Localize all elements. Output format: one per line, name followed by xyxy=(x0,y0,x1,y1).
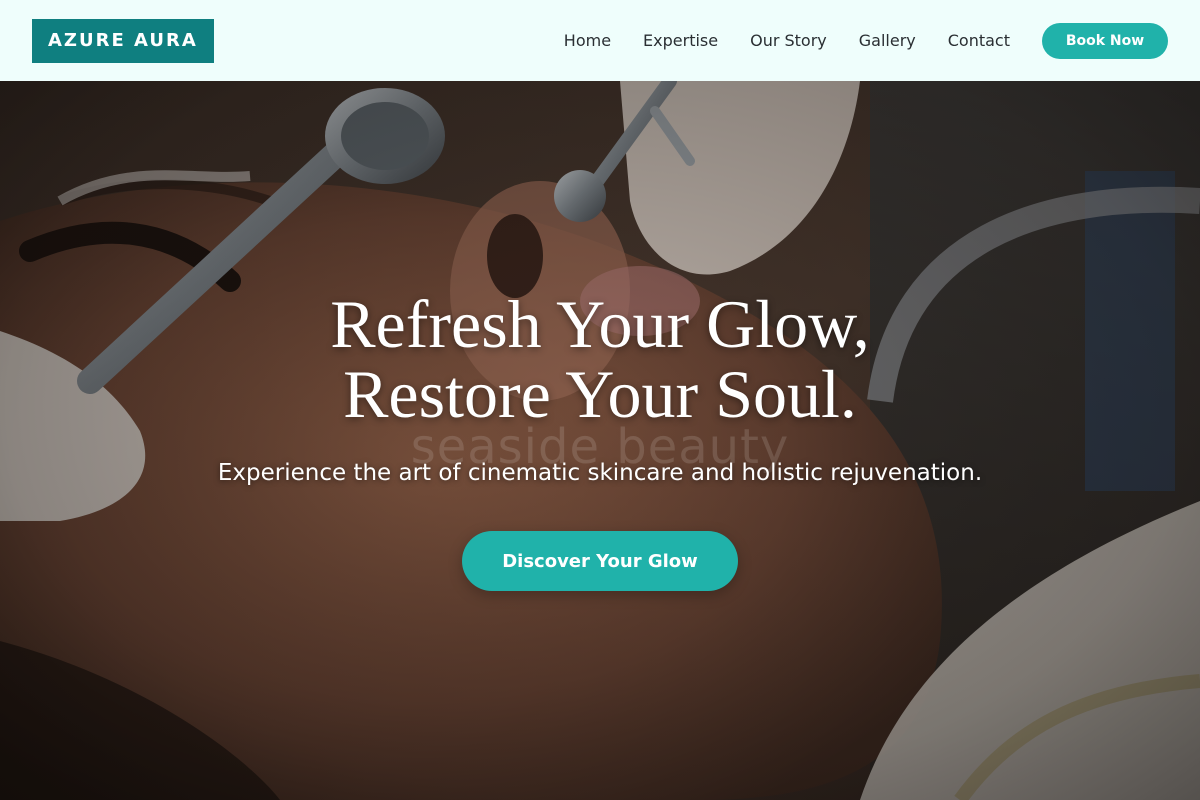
book-now-button[interactable]: Book Now xyxy=(1042,22,1168,59)
hero-section: seaside beauty Refresh Your Glow, Restor… xyxy=(0,81,1200,800)
hero-content: seaside beauty Refresh Your Glow, Restor… xyxy=(0,81,1200,800)
nav-link-gallery[interactable]: Gallery xyxy=(859,31,916,50)
nav-link-expertise[interactable]: Expertise xyxy=(643,31,718,50)
hero-subtitle: Experience the art of cinematic skincare… xyxy=(217,460,983,486)
discover-your-glow-button[interactable]: Discover Your Glow xyxy=(462,531,738,591)
nav-link-home[interactable]: Home xyxy=(564,31,611,50)
brand-logo[interactable]: AZURE AURA xyxy=(32,18,214,63)
nav-link-contact[interactable]: Contact xyxy=(948,31,1010,50)
nav-link-our-story[interactable]: Our Story xyxy=(750,31,827,50)
hero-title-line-1: Refresh Your Glow, xyxy=(330,286,870,362)
hero-title-line-2: Restore Your Soul. xyxy=(343,356,857,432)
site-header: AZURE AURA Home Expertise Our Story Gall… xyxy=(0,0,1200,81)
hero-title: Refresh Your Glow, Restore Your Soul. xyxy=(0,289,1200,429)
main-nav: Home Expertise Our Story Gallery Contact… xyxy=(564,22,1168,59)
